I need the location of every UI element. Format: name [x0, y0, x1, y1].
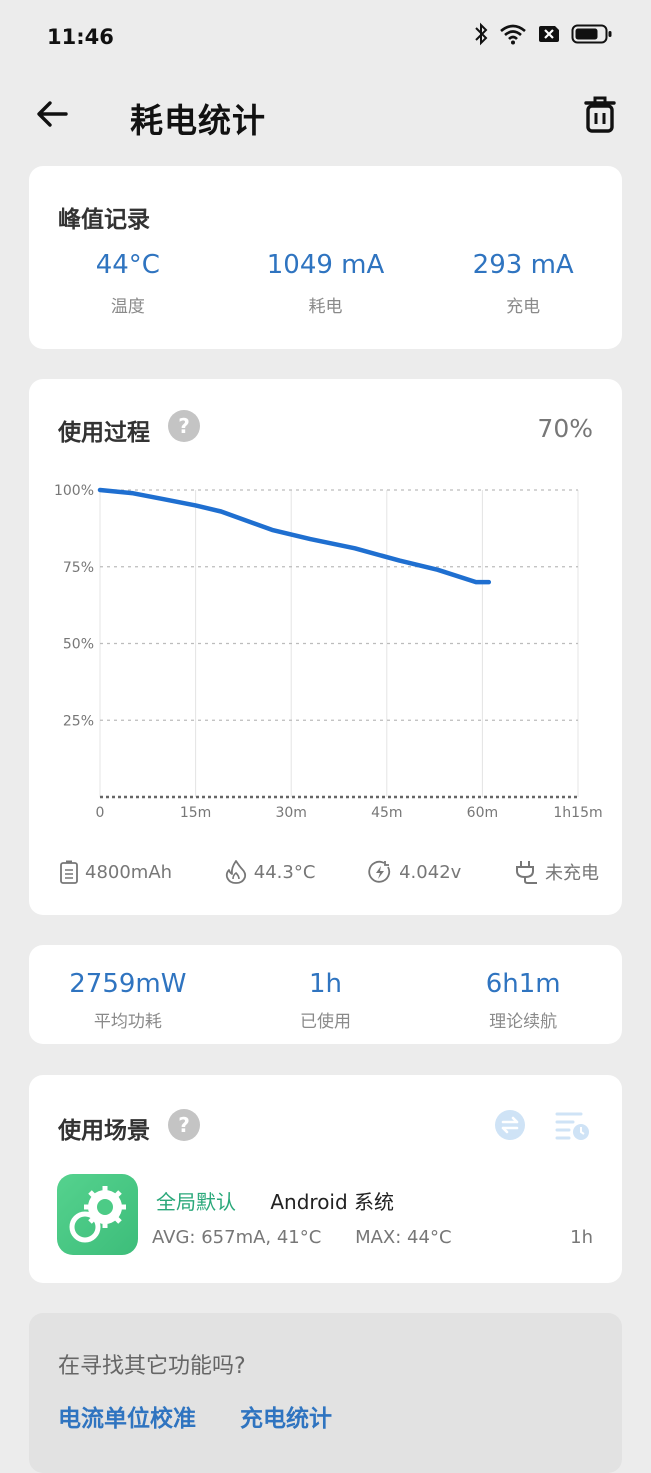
peak-charging: 293 mA 充电 — [424, 250, 622, 317]
trash-icon[interactable] — [583, 94, 617, 134]
sort-by-time-icon[interactable] — [554, 1109, 590, 1141]
battery-capacity-icon — [60, 860, 78, 884]
scene-tag: 全局默认 — [156, 1190, 236, 1214]
charging-status: 未充电 — [544, 863, 599, 884]
wifi-icon — [500, 24, 526, 45]
avg-power: 2759mW 平均功耗 — [29, 969, 227, 1032]
x-tick-label: 15m — [180, 805, 211, 821]
usage-scene-card: 使用场景 ? 全局默认 Android 系统 AVG: 657mA, 41°C … — [29, 1075, 622, 1283]
peak-label: 充电 — [506, 297, 541, 317]
peak-label: 温度 — [110, 297, 145, 317]
bluetooth-icon — [475, 22, 488, 46]
app-title-line: 全局默认 Android 系统 — [156, 1186, 394, 1215]
charging-info: 未充电 — [513, 859, 599, 885]
peak-title: 峰值记录 — [58, 207, 150, 233]
filter-toggle-icon[interactable] — [494, 1109, 526, 1141]
y-tick-label: 50% — [63, 637, 94, 653]
app-name: Android 系统 — [270, 1190, 395, 1214]
battery-level-line — [97, 487, 492, 585]
peak-consumption: 1049 mA 耗电 — [227, 250, 425, 317]
status-bar: 11:46 — [0, 0, 651, 76]
x-tick-label: 60m — [467, 805, 498, 821]
summary-card: 2759mW 平均功耗 1h 已使用 6h1m 理论续航 — [29, 945, 622, 1044]
app-avg: AVG: 657mA, 41°C — [152, 1227, 322, 1248]
app-icon — [57, 1174, 138, 1255]
estimated-endurance: 6h1m 理论续航 — [424, 969, 622, 1032]
app-duration: 1h — [570, 1227, 593, 1248]
status-time: 11:46 — [47, 25, 114, 49]
peak-record-card: 峰值记录 44°C 温度 1049 mA 耗电 293 mA 充电 — [29, 166, 622, 349]
more-links: 电流单位校准 充电统计 — [58, 1399, 332, 1433]
status-icons — [473, 22, 613, 46]
x-tick-label: 0 — [96, 805, 105, 821]
back-arrow-icon[interactable] — [34, 96, 70, 132]
summary-value: 6h1m — [485, 969, 561, 999]
link-current-calibration[interactable]: 电流单位校准 — [58, 1406, 196, 1432]
link-charge-stats[interactable]: 充电统计 — [240, 1406, 332, 1432]
battery-info-row: 4800mAh 44.3°C 4.042v 未充电 — [59, 859, 599, 885]
peak-value: 293 mA — [472, 250, 574, 280]
voltage-icon — [368, 860, 391, 883]
battery-chart: 0 15m 30m 45m 60m 1h15m 25% 50% 75% 100% — [54, 483, 603, 821]
page-title: 耗电统计 — [130, 101, 266, 140]
help-icon[interactable]: ? — [168, 1109, 200, 1141]
x-tick-label: 45m — [371, 805, 402, 821]
voltage-value: 4.042v — [399, 861, 462, 883]
more-features-card: 在寻找其它功能吗? 电流单位校准 充电统计 — [29, 1313, 622, 1473]
x-tick-label: 1h15m — [553, 805, 602, 821]
usage-process-card: 使用过程 ? 70% 0 15m 30m 45m 60m 1h15m 25% 50% 75% 10… — [29, 379, 622, 915]
y-tick-label: 100% — [54, 483, 94, 499]
summary-row: 2759mW 平均功耗 1h 已使用 6h1m 理论续航 — [29, 969, 622, 1032]
battery-icon — [571, 24, 612, 44]
used-time: 1h 已使用 — [227, 969, 425, 1032]
temperature-value: 44.3°C — [253, 861, 316, 883]
more-title: 在寻找其它功能吗? — [58, 1354, 246, 1379]
no-sim-icon — [539, 26, 559, 42]
peak-value: 44°C — [95, 250, 160, 280]
peak-value: 1049 mA — [266, 250, 385, 280]
temperature-info: 44.3°C — [224, 859, 316, 885]
summary-label: 平均功耗 — [93, 1012, 162, 1032]
peak-row: 44°C 温度 1049 mA 耗电 293 mA 充电 — [29, 250, 622, 317]
peak-temperature: 44°C 温度 — [29, 250, 227, 317]
voltage-info: 4.042v — [367, 859, 461, 885]
x-tick-label: 30m — [275, 805, 306, 821]
summary-label: 已使用 — [300, 1012, 351, 1032]
app-stats-line: AVG: 657mA, 41°C MAX: 44°C — [152, 1227, 452, 1248]
scene-title: 使用场景 — [58, 1118, 150, 1144]
y-tick-label: 75% — [63, 560, 94, 576]
app-max: MAX: 44°C — [355, 1227, 452, 1248]
capacity-value: 4800mAh — [85, 861, 173, 883]
summary-value: 2759mW — [69, 969, 187, 999]
app-bar: 耗电统计 — [0, 76, 651, 160]
gear-app-icon — [69, 1186, 126, 1243]
summary-label: 理论续航 — [489, 1012, 558, 1032]
capacity-info: 4800mAh — [59, 859, 172, 885]
plug-icon — [515, 861, 537, 884]
y-tick-label: 25% — [63, 713, 94, 729]
flame-icon — [225, 860, 246, 884]
peak-label: 耗电 — [308, 297, 343, 317]
summary-value: 1h — [308, 969, 343, 999]
